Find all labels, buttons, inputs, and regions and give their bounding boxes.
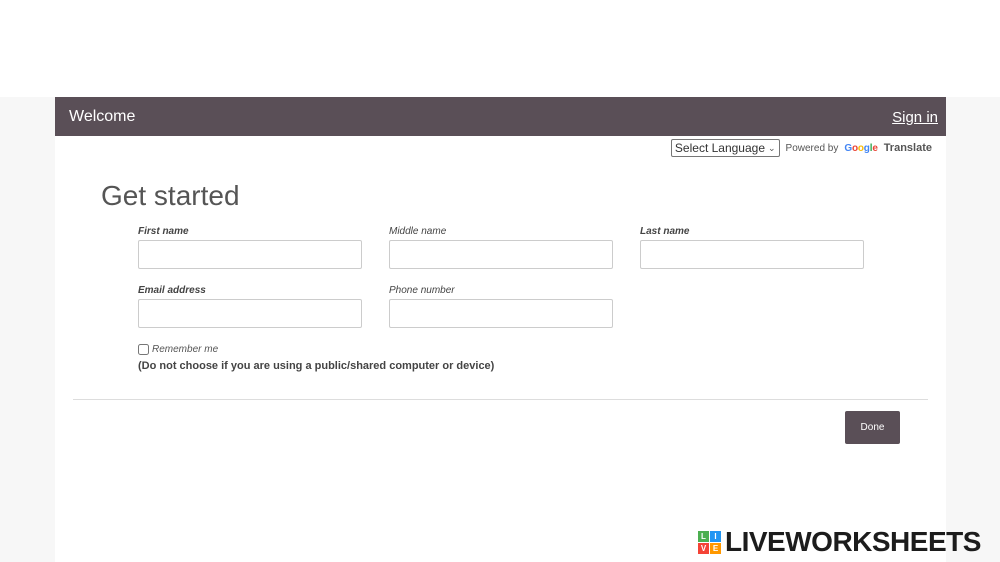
translate-word: Translate — [883, 142, 932, 154]
middle-name-group: Middle name — [389, 226, 613, 269]
email-label: Email address — [138, 285, 206, 296]
google-logo-letter: G — [844, 142, 852, 154]
powered-by-text: Powered by — [785, 142, 839, 154]
last-name-label: Last name — [640, 226, 690, 237]
last-name-input[interactable] — [640, 240, 864, 269]
email-group: Email address — [138, 285, 362, 328]
content-panel — [55, 97, 946, 562]
phone-group: Phone number — [389, 285, 613, 328]
remember-me-label: Remember me — [152, 344, 219, 355]
chevron-down-icon: ⌄ — [768, 142, 776, 153]
logo-tile-letter: L — [698, 530, 709, 542]
remember-me-checkbox[interactable] — [138, 344, 149, 355]
top-bar: Welcome Sign in — [55, 97, 946, 136]
google-translate-widget: Select Language ⌄ Powered by Google Tran… — [670, 139, 932, 157]
first-name-label: First name — [138, 226, 189, 237]
middle-name-input[interactable] — [389, 240, 613, 269]
liveworksheets-name: LIVEWORKSHEETS — [725, 526, 981, 557]
phone-input[interactable] — [389, 299, 613, 328]
remember-me-group: Remember me (Do not choose if you are us… — [138, 344, 494, 372]
phone-label: Phone number — [389, 285, 455, 296]
last-name-group: Last name — [640, 226, 864, 269]
welcome-title: Welcome — [69, 108, 136, 125]
logo-tile-letter: V — [698, 542, 709, 554]
google-logo: Google — [844, 142, 878, 154]
google-logo-letter: e — [872, 142, 878, 154]
logo-tile-letter: E — [710, 542, 721, 554]
first-name-group: First name — [138, 226, 362, 269]
language-select-value: Select Language — [674, 141, 765, 155]
first-name-input[interactable] — [138, 240, 362, 269]
middle-name-label: Middle name — [389, 226, 447, 237]
email-input[interactable] — [138, 299, 362, 328]
divider — [73, 399, 928, 400]
language-select[interactable]: Select Language ⌄ — [670, 139, 780, 157]
logo-tile-letter: I — [710, 530, 721, 542]
done-button[interactable]: Done — [845, 411, 900, 444]
page-title: Get started — [101, 180, 240, 211]
liveworksheets-logo: L I V E LIVEWORKSHEETS — [698, 528, 981, 556]
remember-me-note: (Do not choose if you are using a public… — [138, 360, 495, 372]
sign-in-link[interactable]: Sign in — [892, 109, 938, 126]
liveworksheets-icon: L I V E — [698, 530, 721, 554]
